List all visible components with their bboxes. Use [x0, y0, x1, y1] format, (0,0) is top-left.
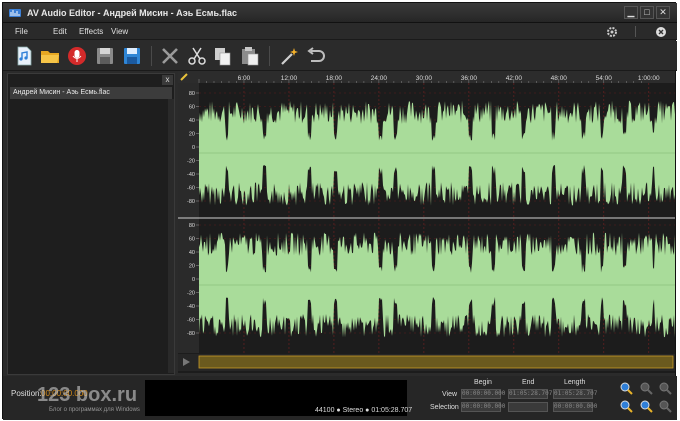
toolbar-separator	[151, 46, 152, 66]
copy-icon[interactable]	[212, 45, 234, 67]
amplitude-label: -20	[187, 159, 195, 165]
file-panel-scrollbar[interactable]	[168, 99, 174, 373]
amplitude-label: -80	[187, 331, 195, 337]
app-logo-icon	[9, 9, 21, 17]
delete-icon[interactable]	[159, 45, 181, 67]
toolbar	[3, 41, 677, 71]
selection-end-field[interactable]	[508, 402, 548, 412]
zoom-in-icon[interactable]	[619, 381, 633, 395]
view-length-field[interactable]: 01:05:28.707	[553, 389, 597, 399]
record-icon[interactable]	[66, 45, 88, 67]
amplitude-label: -80	[187, 199, 195, 205]
new-file-icon[interactable]	[13, 45, 35, 67]
amplitude-label: 80	[189, 91, 195, 97]
status-panel: Position: 00:00:00.000 123 box.ru Блог о…	[3, 376, 677, 420]
zoom-selection-icon[interactable]	[619, 399, 633, 413]
view-begin-field[interactable]: 00:00:00.000	[461, 389, 505, 399]
amplitude-label: -60	[187, 186, 195, 192]
amplitude-label: 60	[189, 105, 195, 111]
amplitude-label: 20	[189, 264, 195, 270]
amplitude-label: 80	[189, 223, 195, 229]
menu-separator	[635, 26, 636, 37]
waveform-canvas[interactable]: 6:00 12:00 18:00 24:00 30:00 36:00 42:00 48:00 5…	[178, 71, 675, 373]
settings-gear-icon[interactable]	[606, 26, 618, 38]
save-as-icon[interactable]	[121, 45, 143, 67]
view-end-field[interactable]: 01:05:28.707	[508, 389, 552, 399]
paste-icon[interactable]	[239, 45, 261, 67]
menu-edit[interactable]: Edit	[53, 27, 67, 36]
menu-view[interactable]: View	[111, 27, 128, 36]
audio-info: 44100 ● Stereo ● 01:05:28.707	[315, 407, 413, 414]
amplitude-label: -40	[187, 304, 195, 310]
zoom-out-icon[interactable]	[639, 381, 653, 395]
view-label: View	[442, 391, 458, 398]
toolbar-separator	[269, 46, 270, 66]
amplitude-label: 40	[189, 118, 195, 124]
header-end: End	[522, 379, 535, 386]
amplitude-label: 60	[189, 237, 195, 243]
timeline-tick-label: 1:00:00	[638, 75, 660, 82]
menu-bar: File Edit Effects View	[3, 23, 677, 40]
waveform-editor[interactable]: 6:00 12:00 18:00 24:00 30:00 36:00 42:00 48:00 5…	[178, 71, 675, 373]
amplitude-label: -20	[187, 291, 195, 297]
undo-icon[interactable]	[305, 45, 327, 67]
zoom-vertical-icon[interactable]	[658, 399, 672, 413]
menu-effects[interactable]: Effects	[79, 27, 103, 36]
amplitude-label: 0	[192, 145, 195, 151]
amplitude-label: 20	[189, 132, 195, 138]
amplitude-label: 40	[189, 250, 195, 256]
close-file-icon[interactable]	[655, 26, 667, 38]
maximize-button[interactable]: □	[640, 6, 654, 19]
file-list-panel: x Андрей Мисин - Аэь Есмь.flac	[7, 73, 175, 375]
save-icon[interactable]	[94, 45, 116, 67]
selection-begin-field[interactable]: 00:00:00.000	[461, 402, 505, 412]
selection-label: Selection	[430, 404, 459, 411]
menu-file[interactable]: File	[15, 27, 28, 36]
amplitude-label: -40	[187, 172, 195, 178]
zoom-all-icon[interactable]	[639, 399, 653, 413]
horizontal-scrollbar-thumb[interactable]	[198, 355, 674, 369]
header-begin: Begin	[474, 379, 492, 386]
amplitude-label: -60	[187, 318, 195, 324]
open-folder-icon[interactable]	[39, 45, 61, 67]
title-bar: AV Audio Editor - Андрей Мисин - Аэь Есм…	[3, 3, 677, 23]
close-button[interactable]: ✕	[656, 6, 670, 19]
zoom-fit-icon[interactable]	[658, 381, 672, 395]
amplitude-label: 0	[192, 277, 195, 283]
minimize-button[interactable]: ▁	[624, 6, 638, 19]
header-length: Length	[564, 379, 586, 386]
window-title: AV Audio Editor - Андрей Мисин - Аэь Есм…	[27, 8, 237, 18]
selection-length-field[interactable]: 00:00:00.000	[553, 402, 597, 412]
file-list-item[interactable]: Андрей Мисин - Аэь Есмь.flac	[10, 87, 172, 99]
file-panel-close-button[interactable]: x	[162, 75, 173, 85]
cut-icon[interactable]	[186, 45, 208, 67]
watermark-text: 123 box.ru	[37, 384, 138, 406]
app-window: AV Audio Editor - Андрей Мисин - Аэь Есм…	[2, 2, 677, 420]
watermark-subtitle: Блог о программах для Windows	[49, 407, 140, 413]
effects-wand-icon[interactable]	[278, 45, 300, 67]
